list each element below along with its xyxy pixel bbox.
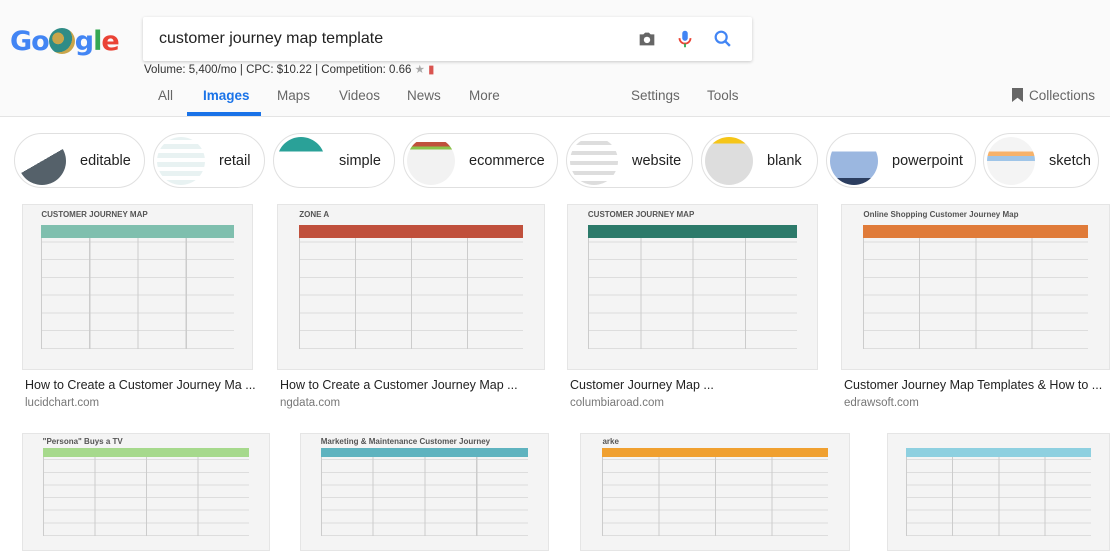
result-thumbnail[interactable]: CUSTOMER JOURNEY MAP — [22, 204, 253, 370]
suggestion-chips: editable retail simple ecommerce website… — [0, 133, 1110, 188]
chip-thumbnail — [157, 136, 205, 185]
chip-ecommerce[interactable]: ecommerce — [403, 133, 558, 188]
result-title[interactable]: Customer Journey Map ... — [570, 378, 714, 392]
chip-thumbnail — [18, 136, 66, 185]
thumbnail-title: "Persona" Buys a TV — [42, 437, 123, 447]
chip-thumbnail — [570, 136, 618, 185]
tab-videos[interactable]: Videos — [339, 88, 380, 103]
chip-retail[interactable]: retail — [153, 133, 265, 188]
result-thumbnail[interactable]: ZONE A — [277, 204, 545, 370]
result-thumbnail[interactable] — [887, 433, 1110, 551]
tab-images[interactable]: Images — [203, 88, 250, 103]
result-source[interactable]: edrawsoft.com — [844, 397, 919, 409]
microphone-icon[interactable] — [674, 28, 696, 50]
keyword-stats: Volume: 5,400/mo | CPC: $10.22 | Competi… — [144, 64, 435, 76]
chip-simple[interactable]: simple — [273, 133, 395, 188]
result-source[interactable]: columbiaroad.com — [570, 397, 664, 409]
star-icon[interactable]: ★ — [415, 64, 425, 76]
thumbnail-band — [320, 447, 529, 458]
google-logo[interactable]: Go gle — [10, 26, 120, 57]
result-thumbnail[interactable]: "Persona" Buys a TV — [22, 433, 270, 551]
chip-thumbnail — [705, 136, 753, 185]
database-icon[interactable]: ▮ — [428, 64, 434, 76]
chip-sketch[interactable]: sketch — [983, 133, 1099, 188]
search-tabs: All Images Maps Videos News More Setting… — [0, 86, 1110, 117]
tab-news[interactable]: News — [407, 88, 441, 103]
tools-link[interactable]: Tools — [707, 88, 739, 103]
thumbnail-band — [42, 447, 250, 458]
bookmark-icon — [1012, 88, 1023, 102]
chip-powerpoint[interactable]: powerpoint — [826, 133, 976, 188]
thumbnail-band — [41, 224, 234, 238]
thumbnail-title: Online Shopping Customer Journey Map — [863, 209, 1019, 219]
thumbnail-grid — [299, 237, 523, 350]
chip-thumbnail — [987, 136, 1035, 185]
thumbnail-grid — [602, 457, 828, 537]
result-thumbnail[interactable]: CUSTOMER JOURNEY MAP — [567, 204, 818, 370]
settings-link[interactable]: Settings — [631, 88, 680, 103]
result-title[interactable]: Customer Journey Map Templates & How to … — [844, 378, 1102, 392]
active-tab-indicator — [187, 112, 261, 116]
thumbnail-title: ZONE A — [299, 209, 330, 219]
result-title[interactable]: How to Create a Customer Journey Map ... — [280, 378, 518, 392]
thumbnail-grid — [41, 237, 234, 350]
thumbnail-grid — [863, 237, 1088, 350]
thumbnail-title: Marketing & Maintenance Customer Journey — [320, 437, 491, 447]
thumbnail-band — [299, 224, 523, 238]
tab-more[interactable]: More — [469, 88, 500, 103]
thumbnail-title: CUSTOMER JOURNEY MAP — [41, 209, 148, 219]
search-icon[interactable] — [712, 28, 734, 50]
thumbnail-title: arke — [602, 437, 619, 447]
chip-website[interactable]: website — [566, 133, 693, 188]
search-input[interactable]: customer journey map template — [159, 30, 383, 48]
thumbnail-band — [905, 447, 1092, 458]
chip-thumbnail — [407, 136, 455, 185]
tab-all[interactable]: All — [158, 88, 173, 103]
chip-editable[interactable]: editable — [14, 133, 145, 188]
header: Go gle customer journey map template Volu… — [0, 0, 1110, 117]
chip-thumbnail — [277, 136, 325, 185]
tab-maps[interactable]: Maps — [277, 88, 310, 103]
thumbnail-grid — [905, 457, 1092, 537]
result-thumbnail[interactable]: arke — [580, 433, 850, 551]
thumbnail-band — [602, 447, 828, 458]
camera-icon[interactable] — [636, 28, 658, 50]
thumbnail-title: CUSTOMER JOURNEY MAP — [587, 209, 695, 219]
result-title[interactable]: How to Create a Customer Journey Ma ... — [25, 378, 256, 392]
thumbnail-band — [863, 224, 1088, 238]
thumbnail-grid — [320, 457, 529, 537]
chip-blank[interactable]: blank — [701, 133, 818, 188]
chip-thumbnail — [830, 136, 878, 185]
result-source[interactable]: lucidchart.com — [25, 397, 99, 409]
search-box[interactable]: customer journey map template — [143, 17, 752, 61]
thumbnail-band — [587, 224, 798, 238]
result-thumbnail[interactable]: Marketing & Maintenance Customer Journey — [300, 433, 549, 551]
thumbnail-grid — [587, 237, 798, 350]
result-thumbnail[interactable]: Online Shopping Customer Journey Map — [841, 204, 1110, 370]
result-source[interactable]: ngdata.com — [280, 397, 340, 409]
collections-link[interactable]: Collections — [1012, 88, 1095, 103]
thumbnail-grid — [42, 457, 250, 537]
